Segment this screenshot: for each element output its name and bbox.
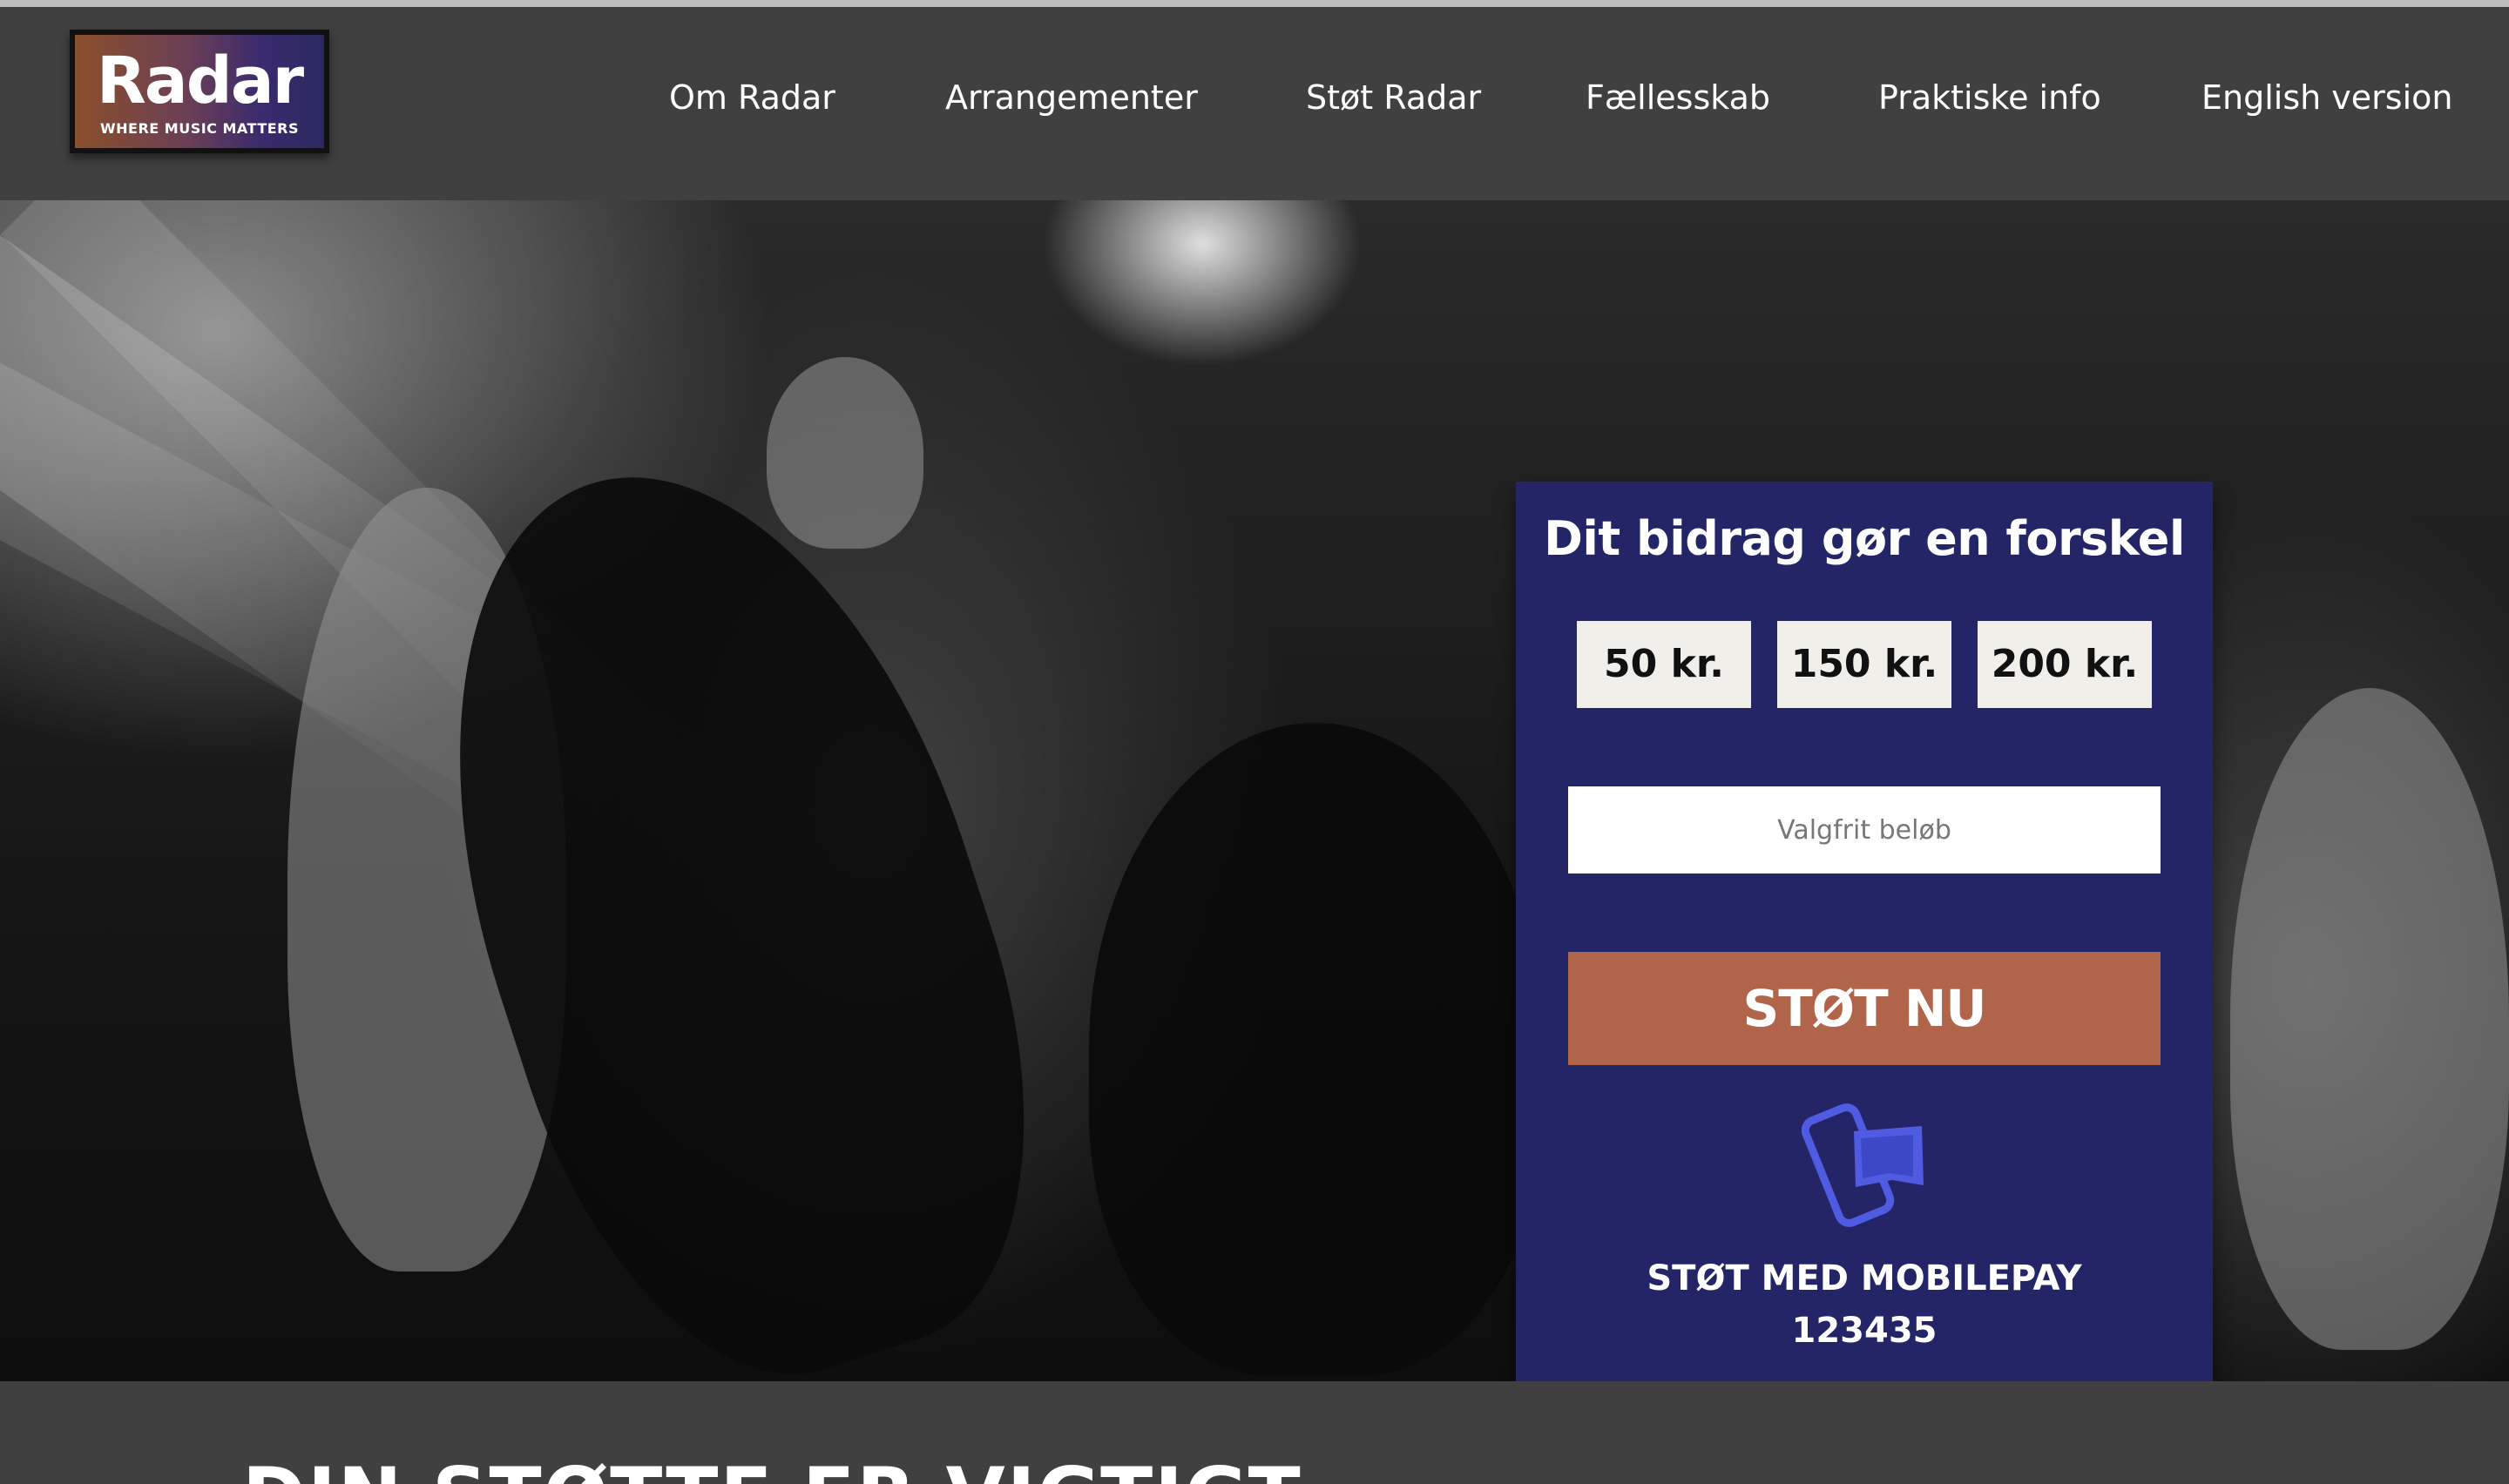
amount-50-button[interactable]: 50 kr. (1577, 621, 1751, 708)
nav-item-faellesskab[interactable]: Fællesskab (1586, 78, 1770, 117)
donation-panel: Dit bidrag gør en forskel 50 kr. 150 kr.… (1516, 482, 2213, 1413)
mobilepay-icon (1802, 1103, 1924, 1227)
logo-wordmark: Radar (96, 44, 304, 118)
donation-title: Dit bidrag gør en forskel (1544, 511, 2185, 566)
logo-tagline: WHERE MUSIC MATTERS (99, 120, 300, 137)
site-header: Radar WHERE MUSIC MATTERS Om Radar Arran… (0, 7, 2509, 200)
support-section: DIN STØTTE ER VIGTIGT (0, 1381, 2509, 1484)
custom-amount-input[interactable] (1568, 786, 2161, 874)
section-heading: DIN STØTTE ER VIGTIGT (242, 1451, 1302, 1484)
amount-200-button[interactable]: 200 kr. (1978, 621, 2152, 708)
nav-item-stot-radar[interactable]: Støt Radar (1306, 78, 1481, 117)
radar-logo[interactable]: Radar WHERE MUSIC MATTERS (70, 30, 329, 153)
mobilepay-number: 123435 (1791, 1311, 1938, 1351)
singer-head (767, 357, 923, 549)
amount-150-button[interactable]: 150 kr. (1777, 621, 1951, 708)
crowd-figure (1089, 723, 1542, 1376)
nav-item-arrangementer[interactable]: Arrangementer (945, 78, 1198, 117)
mobilepay-label: STØT MED MOBILEPAY (1647, 1258, 2082, 1298)
nav-item-praktiske-info[interactable]: Praktiske info (1878, 78, 2101, 117)
top-border (0, 0, 2509, 7)
nav-item-english-version[interactable]: English version (2201, 78, 2452, 117)
crowd-figure (2230, 688, 2509, 1350)
nav-item-om-radar[interactable]: Om Radar (669, 78, 835, 117)
donate-now-button[interactable]: STØT NU (1568, 952, 2161, 1065)
